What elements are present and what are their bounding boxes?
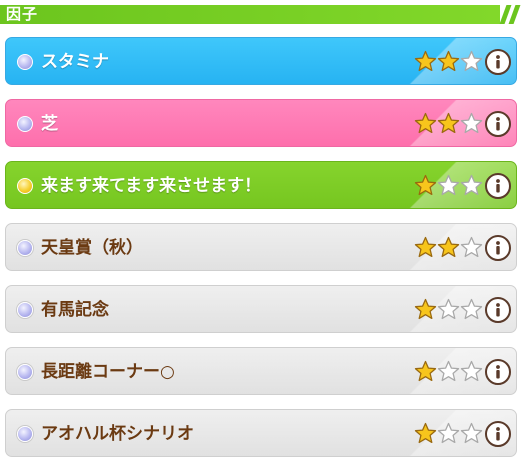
star-rating: [409, 236, 483, 260]
info-button[interactable]: [485, 359, 511, 385]
star-empty-icon: [437, 298, 460, 320]
info-icon: [496, 303, 500, 317]
factor-name: 天皇賞（秋）: [41, 238, 143, 258]
info-button[interactable]: [485, 235, 511, 261]
factor-card[interactable]: スタミナ: [5, 37, 517, 85]
star-empty-icon: [460, 422, 483, 444]
star-filled-icon: [437, 50, 460, 72]
star-filled-icon: [414, 298, 437, 320]
info-button[interactable]: [485, 173, 511, 199]
star-filled-icon: [414, 174, 437, 196]
star-rating: [409, 174, 483, 198]
info-icon: [496, 241, 500, 255]
star-filled-icon: [414, 50, 437, 72]
star-empty-icon: [437, 422, 460, 444]
star-rating: [409, 50, 483, 74]
factor-card[interactable]: 天皇賞（秋）: [5, 223, 517, 271]
factor-card[interactable]: 有馬記念: [5, 285, 517, 333]
factor-card[interactable]: 芝: [5, 99, 517, 147]
star-filled-icon: [414, 112, 437, 134]
info-icon: [496, 179, 500, 193]
lilac-bullet-icon: [17, 240, 33, 256]
star-filled-icon: [414, 422, 437, 444]
factor-name: 来ます来てます来させます！: [41, 176, 262, 196]
info-button[interactable]: [485, 421, 511, 447]
star-empty-icon: [460, 236, 483, 258]
info-button[interactable]: [485, 49, 511, 75]
info-button[interactable]: [485, 111, 511, 137]
star-filled-icon: [414, 236, 437, 258]
factor-card[interactable]: 長距離コーナー○: [5, 347, 517, 395]
info-icon: [496, 55, 500, 69]
star-empty-icon: [437, 360, 460, 382]
factor-card[interactable]: アオハル杯シナリオ: [5, 409, 517, 457]
star-empty-icon: [460, 174, 483, 196]
star-rating: [409, 422, 483, 446]
star-empty-icon: [460, 360, 483, 382]
star-empty-icon: [460, 298, 483, 320]
info-icon: [496, 365, 500, 379]
factor-list: スタミナ芝来ます来てます来させます！ 天皇賞（秋） 有馬記念長距離コーナー○ アオハル…: [0, 0, 531, 473]
info-icon: [496, 117, 500, 131]
lilac-bullet-icon: [17, 54, 33, 70]
factor-name: アオハル杯シナリオ: [41, 424, 194, 444]
factor-name: 芝: [41, 114, 58, 134]
info-button[interactable]: [485, 297, 511, 323]
factor-name: 有馬記念: [41, 300, 109, 320]
star-empty-icon: [437, 174, 460, 196]
factor-name: スタミナ: [41, 52, 109, 72]
star-filled-icon: [414, 360, 437, 382]
lilac-bullet-icon: [17, 116, 33, 132]
star-rating: [409, 112, 483, 136]
star-empty-icon: [460, 50, 483, 72]
star-rating: [409, 360, 483, 384]
star-filled-icon: [437, 112, 460, 134]
factor-name: 長距離コーナー○: [41, 362, 175, 382]
info-icon: [496, 427, 500, 441]
star-empty-icon: [460, 112, 483, 134]
star-filled-icon: [437, 236, 460, 258]
gold-bullet-icon: [17, 178, 33, 194]
star-rating: [409, 298, 483, 322]
lilac-bullet-icon: [17, 426, 33, 442]
lilac-bullet-icon: [17, 364, 33, 380]
lilac-bullet-icon: [17, 302, 33, 318]
factor-card[interactable]: 来ます来てます来させます！: [5, 161, 517, 209]
